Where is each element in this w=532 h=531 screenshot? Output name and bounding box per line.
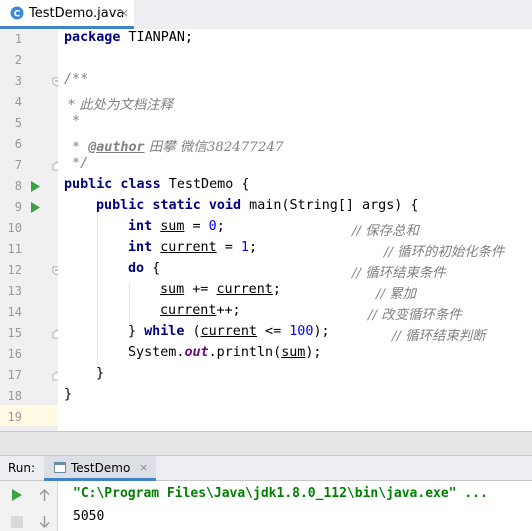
java-class-icon: C (10, 6, 24, 20)
code-line: * 此处为文档注释 (64, 98, 173, 113)
run-label: Run: (8, 461, 36, 475)
code-comment: // 改变循环条件 (368, 308, 462, 323)
code-comment: // 循环结束条件 (352, 266, 446, 281)
line-number: 17 (7, 368, 22, 382)
run-tab-name: TestDemo (71, 461, 131, 475)
code-line: } while (current <= 100); (128, 324, 330, 339)
code-line: System.out.println(sum); (128, 345, 322, 360)
run-main-icon[interactable] (31, 202, 40, 213)
close-tab-icon[interactable]: × (119, 6, 129, 20)
code-line: */ (64, 156, 89, 171)
console-output[interactable]: "C:\Program Files\Java\jdk1.8.0_112\bin\… (58, 481, 532, 531)
close-run-tab-icon[interactable]: × (139, 461, 148, 474)
code-line: } (96, 366, 105, 381)
line-number: 3 (14, 74, 22, 88)
run-toolbar (0, 481, 58, 531)
console-output-line: 5050 (73, 509, 105, 524)
code-line: public class TestDemo { (64, 177, 250, 192)
svg-text:C: C (14, 10, 21, 20)
line-number: 19 (7, 410, 22, 424)
code-line: current++; (160, 303, 241, 318)
scroll-up-icon[interactable] (39, 489, 50, 501)
code-line: } (64, 387, 73, 402)
line-number: 9 (14, 200, 22, 214)
line-number: 12 (7, 263, 22, 277)
line-number: 4 (14, 95, 22, 109)
run-icon[interactable] (12, 489, 22, 501)
run-tool-window-header: Run: TestDemo × (0, 455, 532, 481)
code-line: int sum = 0; (128, 219, 225, 234)
code-line: * @author 田攀 微信382477247 (64, 140, 284, 155)
line-number: 15 (7, 326, 22, 340)
code-comment: // 循环的初始化条件 (384, 245, 505, 260)
tab-testdemo-java[interactable]: C TestDemo.java × (0, 0, 134, 29)
editor-gutter: 1 2 3 4 5 6 7 8 9 10 11 12 13 14 15 16 1… (0, 29, 61, 431)
run-class-icon[interactable] (31, 181, 40, 192)
code-line: sum += current; (160, 282, 281, 297)
line-number: 2 (14, 53, 22, 67)
code-line: * (64, 114, 81, 129)
code-line: do { (128, 261, 161, 276)
line-number: 14 (7, 305, 22, 319)
scroll-down-icon[interactable] (39, 516, 50, 528)
code-comment: // 循环结束判断 (392, 329, 486, 344)
line-number: 10 (7, 221, 22, 235)
console-command-line: "C:\Program Files\Java\jdk1.8.0_112\bin\… (73, 486, 488, 501)
line-number: 8 (14, 179, 22, 193)
code-line: public static void main(String[] args) { (96, 198, 419, 213)
line-number: 6 (14, 137, 22, 151)
code-comment: // 累加 (376, 287, 417, 302)
stop-icon[interactable] (11, 516, 23, 528)
code-line: /** (64, 72, 89, 87)
run-tab-testdemo[interactable]: TestDemo × (44, 456, 156, 481)
console-icon (54, 462, 66, 473)
line-number: 11 (7, 242, 22, 256)
tab-filename: TestDemo.java (29, 6, 125, 21)
line-number: 16 (7, 347, 22, 361)
code-comment: // 保存总和 (352, 224, 419, 239)
line-number: 13 (7, 284, 22, 298)
line-number: 7 (14, 158, 22, 172)
line-number: 5 (14, 116, 22, 130)
line-number: 1 (14, 32, 22, 46)
editor-status-strip (0, 431, 532, 456)
code-line: int current = 1; (128, 240, 257, 255)
line-number: 18 (7, 389, 22, 403)
code-line: package TIANPAN; (64, 30, 193, 45)
editor-tab-bar: C TestDemo.java × (0, 0, 532, 30)
